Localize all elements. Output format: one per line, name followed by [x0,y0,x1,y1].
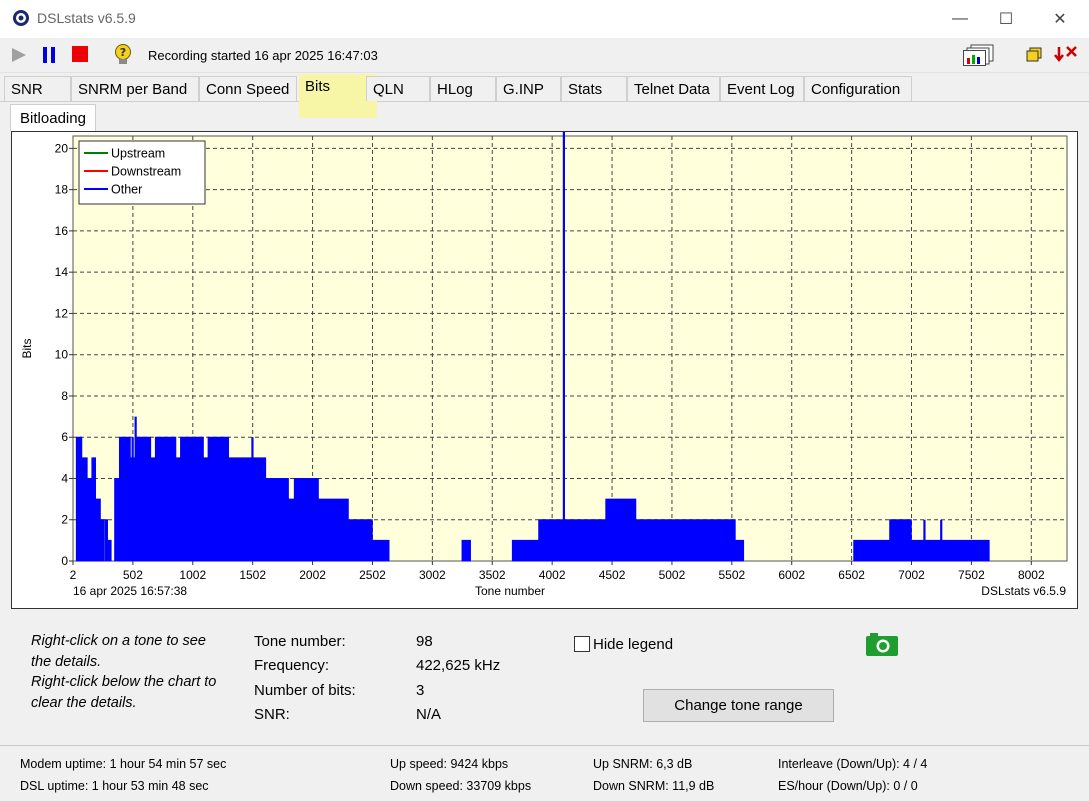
tab-ginp[interactable]: G.INP [496,76,561,101]
x-tick-label: 3502 [479,568,506,582]
tab-stats[interactable]: Stats [561,76,627,101]
x-tick-label: 3002 [419,568,446,582]
y-tick-label: 8 [61,389,68,403]
tab-configuration[interactable]: Configuration [804,76,912,101]
x-tick-label: 4502 [599,568,626,582]
up-snrm: Up SNRM: 6,3 dB [593,757,693,771]
frequency-label: Frequency: [254,657,330,674]
series-area-segment [461,539,471,562]
y-tick-label: 10 [55,348,69,362]
minimize-button[interactable]: — [937,0,983,38]
subtab-bitloading[interactable]: Bitloading [10,104,96,131]
close-icon: ✕ [1053,11,1067,28]
x-tick-label: 2 [70,568,77,582]
help-bulb-icon[interactable]: ? [112,43,134,67]
hint-line-1: Right-click on a tone to see [31,633,206,649]
y-tick-label: 18 [55,183,69,197]
dsl-uptime: DSL uptime: 1 hour 53 min 48 sec [20,779,209,793]
down-speed: Down speed: 33709 kbps [390,779,532,793]
y-tick-label: 12 [55,306,69,320]
tab-hlog[interactable]: HLog [430,76,496,101]
camera-icon[interactable] [866,632,898,656]
x-tick-label: 2502 [359,568,386,582]
tab-snrm-per-band[interactable]: SNRM per Band [71,76,199,101]
tab-telnet-data[interactable]: Telnet Data [627,76,720,101]
x-tick-label: 7502 [958,568,985,582]
up-speed: Up speed: 9424 kbps [390,757,509,771]
interleave: Interleave (Down/Up): 4 / 4 [778,757,928,771]
y-tick-label: 2 [61,513,68,527]
bits-value: 3 [416,682,425,699]
app-icon [13,10,29,26]
close-button[interactable]: ✕ [1037,0,1083,38]
charts-window-icon[interactable] [963,44,995,66]
x-tick-label: 5002 [659,568,686,582]
legend-entry: Downstream [111,165,181,179]
stop-icon[interactable] [71,45,89,63]
play-icon[interactable] [10,46,28,64]
snr-label: SNR: [254,706,290,723]
y-tick-label: 0 [61,554,68,568]
y-tick-label: 14 [55,265,69,279]
x-tick-label: 6002 [778,568,805,582]
frequency-value: 422,625 kHz [416,657,501,674]
chart-svg[interactable]: 2 502 1002 1502 2002 2502 3002 3502 4002 4502 5002… [12,132,1077,608]
maximize-button[interactable]: ☐ [983,0,1029,38]
x-tick-label: 7002 [898,568,925,582]
tone-number-label: Tone number: [254,633,346,650]
tab-event-log[interactable]: Event Log [720,76,804,101]
minimize-icon: — [952,10,968,27]
es-hour: ES/hour (Down/Up): 0 / 0 [778,779,918,793]
x-tick-label: 502 [123,568,143,582]
down-snrm: Down SNRM: 11,9 dB [593,779,715,793]
title-bar [0,0,1089,38]
x-tick-label: 1002 [179,568,206,582]
restore-window-icon[interactable] [1026,47,1042,63]
hide-legend-checkbox[interactable] [574,636,590,652]
y-axis-label: Bits [20,338,34,358]
recording-status: Recording started 16 apr 2025 16:47:03 [148,48,378,63]
x-tick-label: 6502 [838,568,865,582]
exit-icon[interactable] [1053,44,1079,66]
modem-uptime: Modem uptime: 1 hour 54 min 57 sec [20,757,227,771]
window-title: DSLstats v6.5.9 [37,10,136,26]
hint-line-4: clear the details. [31,695,137,711]
x-tick-label: 8002 [1018,568,1045,582]
legend-entry: Other [111,183,142,197]
hint-line-3: Right-click below the chart to [31,674,217,690]
y-tick-label: 6 [61,430,68,444]
tab-snr[interactable]: SNR [4,76,71,101]
y-tick-label: 20 [55,141,69,155]
chart-watermark: DSLstats v6.5.9 [981,584,1066,598]
pause-icon[interactable] [40,45,58,65]
bits-label: Number of bits: [254,682,356,699]
chart-timestamp: 16 apr 2025 16:57:38 [73,584,187,598]
snr-value: N/A [416,706,442,723]
tab-conn-speed[interactable]: Conn Speed [199,76,297,101]
x-tick-label: 5502 [718,568,745,582]
x-tick-label: 4002 [539,568,566,582]
legend-entry: Upstream [111,147,165,161]
svg-text:?: ? [120,46,126,59]
x-tick-label: 1502 [239,568,266,582]
y-tick-label: 4 [61,471,68,485]
y-tick-label: 16 [55,224,69,238]
hide-legend-label[interactable]: Hide legend [593,636,673,653]
x-axis-label: Tone number [475,584,545,598]
change-tone-range-button[interactable]: Change tone range [643,689,834,722]
bitloading-chart[interactable]: 2 502 1002 1502 2002 2502 3002 3502 4002 4502 5002… [11,131,1078,609]
tone-number-value: 98 [416,633,433,650]
maximize-icon: ☐ [998,11,1014,28]
x-tick-label: 2002 [299,568,326,582]
hint-line-2: the details. [31,654,102,670]
tab-qln[interactable]: QLN [366,76,430,101]
